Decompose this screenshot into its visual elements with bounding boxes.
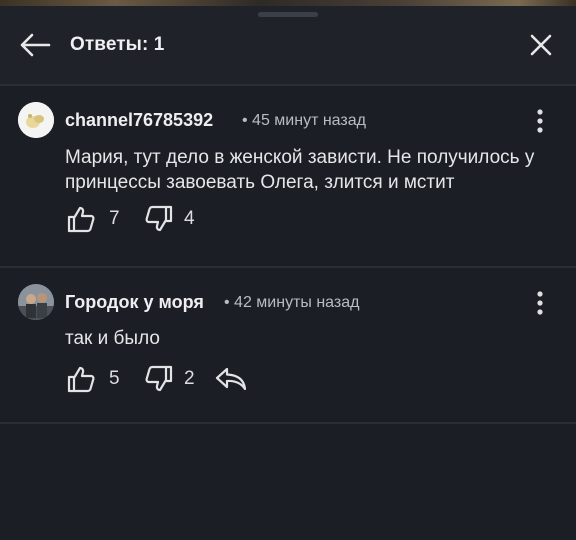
back-arrow-icon <box>20 33 51 57</box>
reply-icon <box>215 367 247 391</box>
comment-divider <box>0 422 576 424</box>
avatar-image <box>18 284 54 320</box>
comment-item: Городок у моря • 42 минуты назад так и б… <box>0 268 576 422</box>
like-count: 5 <box>109 368 120 389</box>
comment-text: так и было <box>65 328 160 349</box>
comment-item: channel76785392 • 45 минут назад Мария, … <box>0 86 576 266</box>
more-options-button[interactable] <box>530 106 550 136</box>
comment-author[interactable]: channel76785392 <box>65 110 213 131</box>
thumbs-down-icon <box>145 365 173 392</box>
dislike-button[interactable] <box>144 365 174 398</box>
comment-actions: 5 2 <box>66 365 266 395</box>
comment-time: • 45 минут назад <box>242 112 366 129</box>
thumbs-up-icon <box>67 366 95 393</box>
replies-header: Ответы: 1 <box>0 6 576 84</box>
drag-handle[interactable] <box>258 12 318 17</box>
thumbs-up-icon <box>67 206 95 233</box>
close-button[interactable] <box>527 31 555 59</box>
dislike-count: 2 <box>184 368 195 389</box>
dislike-button[interactable] <box>144 205 174 238</box>
comment-time: • 42 минуты назад <box>224 294 360 311</box>
avatar-image <box>18 102 54 138</box>
avatar[interactable] <box>18 102 54 138</box>
like-button[interactable] <box>66 365 96 398</box>
like-button[interactable] <box>66 205 96 238</box>
more-options-button[interactable] <box>530 288 550 318</box>
close-icon <box>530 34 552 56</box>
like-count: 7 <box>109 208 120 229</box>
comment-text: Мария, тут дело в женской зависти. Не по… <box>65 147 535 193</box>
back-button[interactable] <box>18 32 52 58</box>
comment-actions: 7 4 <box>66 205 266 235</box>
thumbs-down-icon <box>145 205 173 232</box>
dislike-count: 4 <box>184 208 195 229</box>
more-vertical-icon <box>537 291 543 315</box>
page-title: Ответы: 1 <box>70 34 165 55</box>
comment-author[interactable]: Городок у моря <box>65 292 204 313</box>
avatar[interactable] <box>18 284 54 320</box>
reply-button[interactable] <box>214 366 248 397</box>
more-vertical-icon <box>537 109 543 133</box>
